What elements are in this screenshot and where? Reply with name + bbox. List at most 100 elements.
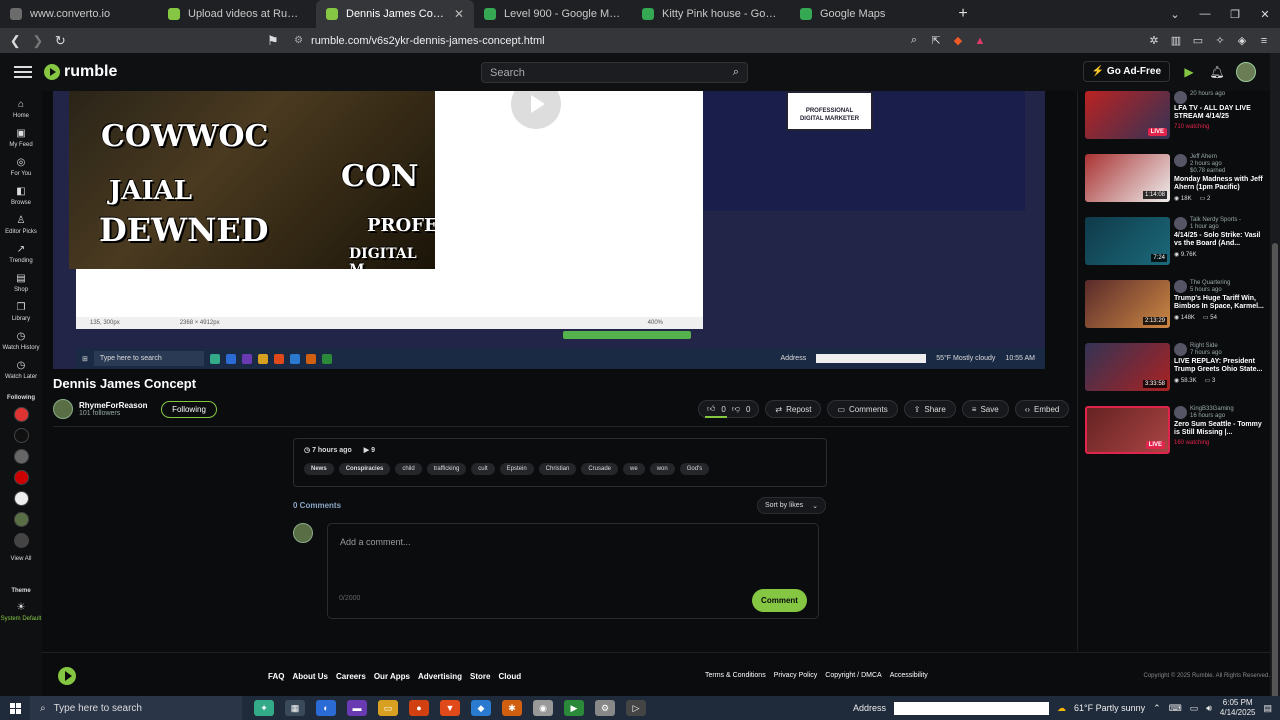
recommended-video[interactable]: LIVE KingB33Gaming 16 hours ago Zero Sum Se… [1085,406,1265,469]
recommended-video[interactable]: 1:14:08 Jeff Ahern 2 hours ago $0.78 earned… [1085,154,1265,217]
search-input[interactable]: Search ⌕ [481,62,748,83]
footer-link[interactable]: Cloud [498,672,521,681]
repost-button[interactable]: ⇄ Repost [765,400,822,418]
taskbar-search-input[interactable]: ⌕ Type here to search [30,696,242,720]
keyboard-icon[interactable]: ⌨ [1169,703,1182,714]
footer-link[interactable]: Our Apps [374,672,410,681]
go-ad-free-button[interactable]: ⚡ Go Ad-Free [1082,61,1170,82]
channel-avatar[interactable] [1174,217,1187,230]
browser-tab[interactable]: Kitty Pink house - Google Maps [632,0,790,28]
followed-channel-avatar[interactable] [13,428,29,443]
sidebar-item-watch-later[interactable]: ◷ Watch Later [0,360,42,381]
tag-chip[interactable]: Conspiracies [338,463,391,475]
footer-legal-link[interactable]: Accessibility [890,672,928,679]
notifications-bell-icon[interactable]: 🔔︎ [1208,63,1226,81]
footer-legal-link[interactable]: Terms & Conditions [705,672,766,679]
channel-avatar[interactable] [1174,154,1187,167]
restore-icon[interactable]: ❐ [1220,0,1250,28]
windows-start-icon[interactable] [0,696,30,720]
forward-icon[interactable]: ❯ [29,30,48,52]
comments-button[interactable]: ▭ Comments [827,400,898,418]
footer-link[interactable]: Careers [336,672,366,681]
channel-name[interactable]: RhymeForReason [79,401,147,410]
tag-chip[interactable]: trafficking [426,463,467,475]
upload-video-icon[interactable]: ▶ [1180,63,1198,81]
footer-link[interactable]: FAQ [268,672,284,681]
channel-avatar[interactable] [1174,91,1187,104]
recommended-video[interactable]: 3:33:58 Right Side 7 hours ago LIVE REPLAY:… [1085,343,1265,406]
minimize-icon[interactable]: — [1190,0,1220,28]
reload-icon[interactable]: ↻ [51,30,70,52]
footer-legal-link[interactable]: Copyright / DMCA [825,672,881,679]
taskbar-app-icon[interactable]: ▭ [378,700,398,716]
extensions-icon[interactable]: ✲ [1144,31,1164,51]
hamburger-menu-icon[interactable] [14,66,32,78]
channel-avatar[interactable] [1174,406,1187,419]
video-player[interactable]: PROFESSIONAL DIGITAL MARKETER COWWOC JAI… [53,91,1045,369]
followed-channel-avatar[interactable] [13,491,29,506]
zoom-icon[interactable]: ⌕ [904,31,924,51]
rumble-logo[interactable]: rumble [44,63,117,81]
tag-chip[interactable]: we [623,463,645,475]
followed-channel-avatar[interactable] [13,470,29,485]
wallet-icon[interactable]: ▭ [1188,31,1208,51]
page-scrollbar[interactable] [1270,53,1280,720]
user-avatar[interactable] [1236,61,1256,82]
tag-chip[interactable]: Crusade [581,463,619,475]
video-thumbnail[interactable]: 1:14:08 [1085,154,1170,202]
followed-channel-avatar[interactable] [13,533,29,548]
sidebar-item-library[interactable]: ❐ Library [0,302,42,323]
sidebar-item-home[interactable]: ⌂ Home [0,99,42,120]
rewards-icon[interactable]: ▲ [970,31,990,51]
video-thumbnail[interactable]: 3:33:58 [1085,343,1170,391]
brave-shield-icon[interactable]: ◆ [948,31,968,51]
taskbar-app-icon[interactable]: ▼ [440,700,460,716]
taskbar-app-icon[interactable]: ▷ [626,700,646,716]
tag-chip[interactable]: won [649,463,675,475]
sidebar-item-for-you[interactable]: ◎ For You [0,157,42,178]
footer-link[interactable]: Store [470,672,490,681]
share-page-icon[interactable]: ⇱ [926,31,946,51]
recommended-video-title[interactable]: Monday Madness with Jeff Ahern (1pm Paci… [1174,176,1266,192]
recommended-video-title[interactable]: 4/14/25 - Solo Strike: Vasil vs the Boar… [1174,232,1266,248]
sidebar-item-trending[interactable]: ↗ Trending [0,244,42,265]
browser-tab[interactable]: Google Maps [790,0,948,28]
recommended-video[interactable]: 2:13:29 The Quartering 5 hours ago Trump's … [1085,280,1265,343]
volume-icon[interactable]: 🔊︎ [1206,703,1212,714]
leo-icon[interactable]: ✧ [1210,31,1230,51]
view-all-link[interactable]: View All [11,556,32,562]
url-field[interactable]: ⚙ rumble.com/v6s2ykr-dennis-james-concep… [294,35,900,47]
taskbar-app-icon[interactable]: ⚙ [595,700,615,716]
channel-info[interactable]: RhymeForReason 101 followers [53,399,147,419]
recommended-video[interactable]: LIVE 20 hours ago LFA TV - ALL DAY LIVE ST… [1085,91,1265,154]
footer-legal-link[interactable]: Privacy Policy [774,672,818,679]
sort-comments-select[interactable]: Sort by likes ⌄ [757,497,826,514]
tab-close-icon[interactable]: ✕ [454,7,464,21]
tag-chip[interactable]: Christian [538,463,577,475]
video-thumbnail[interactable]: LIVE [1085,406,1170,454]
taskbar-app-icon[interactable]: ▶ [564,700,584,716]
tab-list-icon[interactable]: ⌄ [1160,0,1190,28]
comment-submit-button[interactable]: Comment [752,589,807,612]
taskbar-clock[interactable]: 6:05 PM 4/14/2025 [1220,698,1256,718]
video-thumbnail[interactable]: 7:24 [1085,217,1170,265]
channel-avatar[interactable] [53,399,73,419]
recommended-video-title[interactable]: Zero Sum Seattle - Tommy is Still Missin… [1174,421,1266,437]
tag-chip[interactable]: child [395,463,422,475]
tag-chip[interactable]: Epstein [499,463,534,475]
sidebar-item-browse[interactable]: ◧ Browse [0,186,42,207]
search-icon[interactable]: ⌕ [733,66,739,79]
recommended-video-title[interactable]: Trump's Huge Tariff Win, Bimbos In Space… [1174,295,1266,311]
taskbar-app-icon[interactable]: ▬ [347,700,367,716]
browser-tab[interactable]: Level 900 - Google Maps [474,0,632,28]
sidebar-item-editor-picks[interactable]: ♙ Editor Picks [0,215,42,236]
recommended-video-title[interactable]: LIVE REPLAY: President Trump Greets Ohio… [1174,358,1266,374]
embed-button[interactable]: ‹› Embed [1014,400,1070,418]
recommended-video[interactable]: 7:24 Talk Nerdy Sports -1 hour ago 4/14/25… [1085,217,1265,280]
tag-chip[interactable]: cult [471,463,495,475]
save-button[interactable]: ≡ Save [961,400,1009,418]
back-icon[interactable]: ❮ [6,30,25,52]
notification-center-icon[interactable]: ▤ [1263,703,1272,714]
video-thumbnail[interactable]: LIVE [1085,91,1170,139]
video-thumbnail[interactable]: 2:13:29 [1085,280,1170,328]
